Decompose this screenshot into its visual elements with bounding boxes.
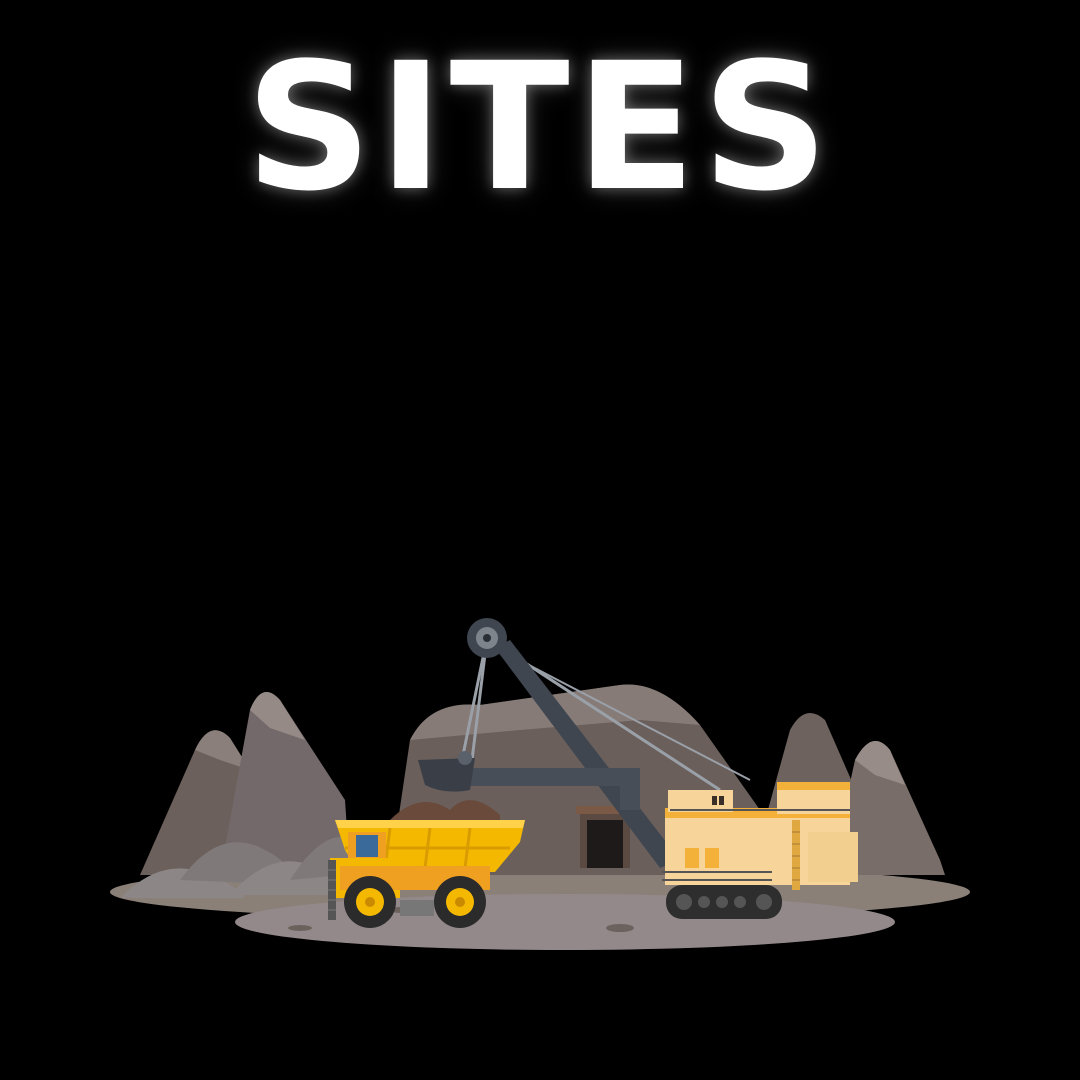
mining-scene-illustration [110, 618, 970, 950]
page: SITES [0, 0, 1080, 1080]
page-title: SITES [245, 25, 835, 230]
